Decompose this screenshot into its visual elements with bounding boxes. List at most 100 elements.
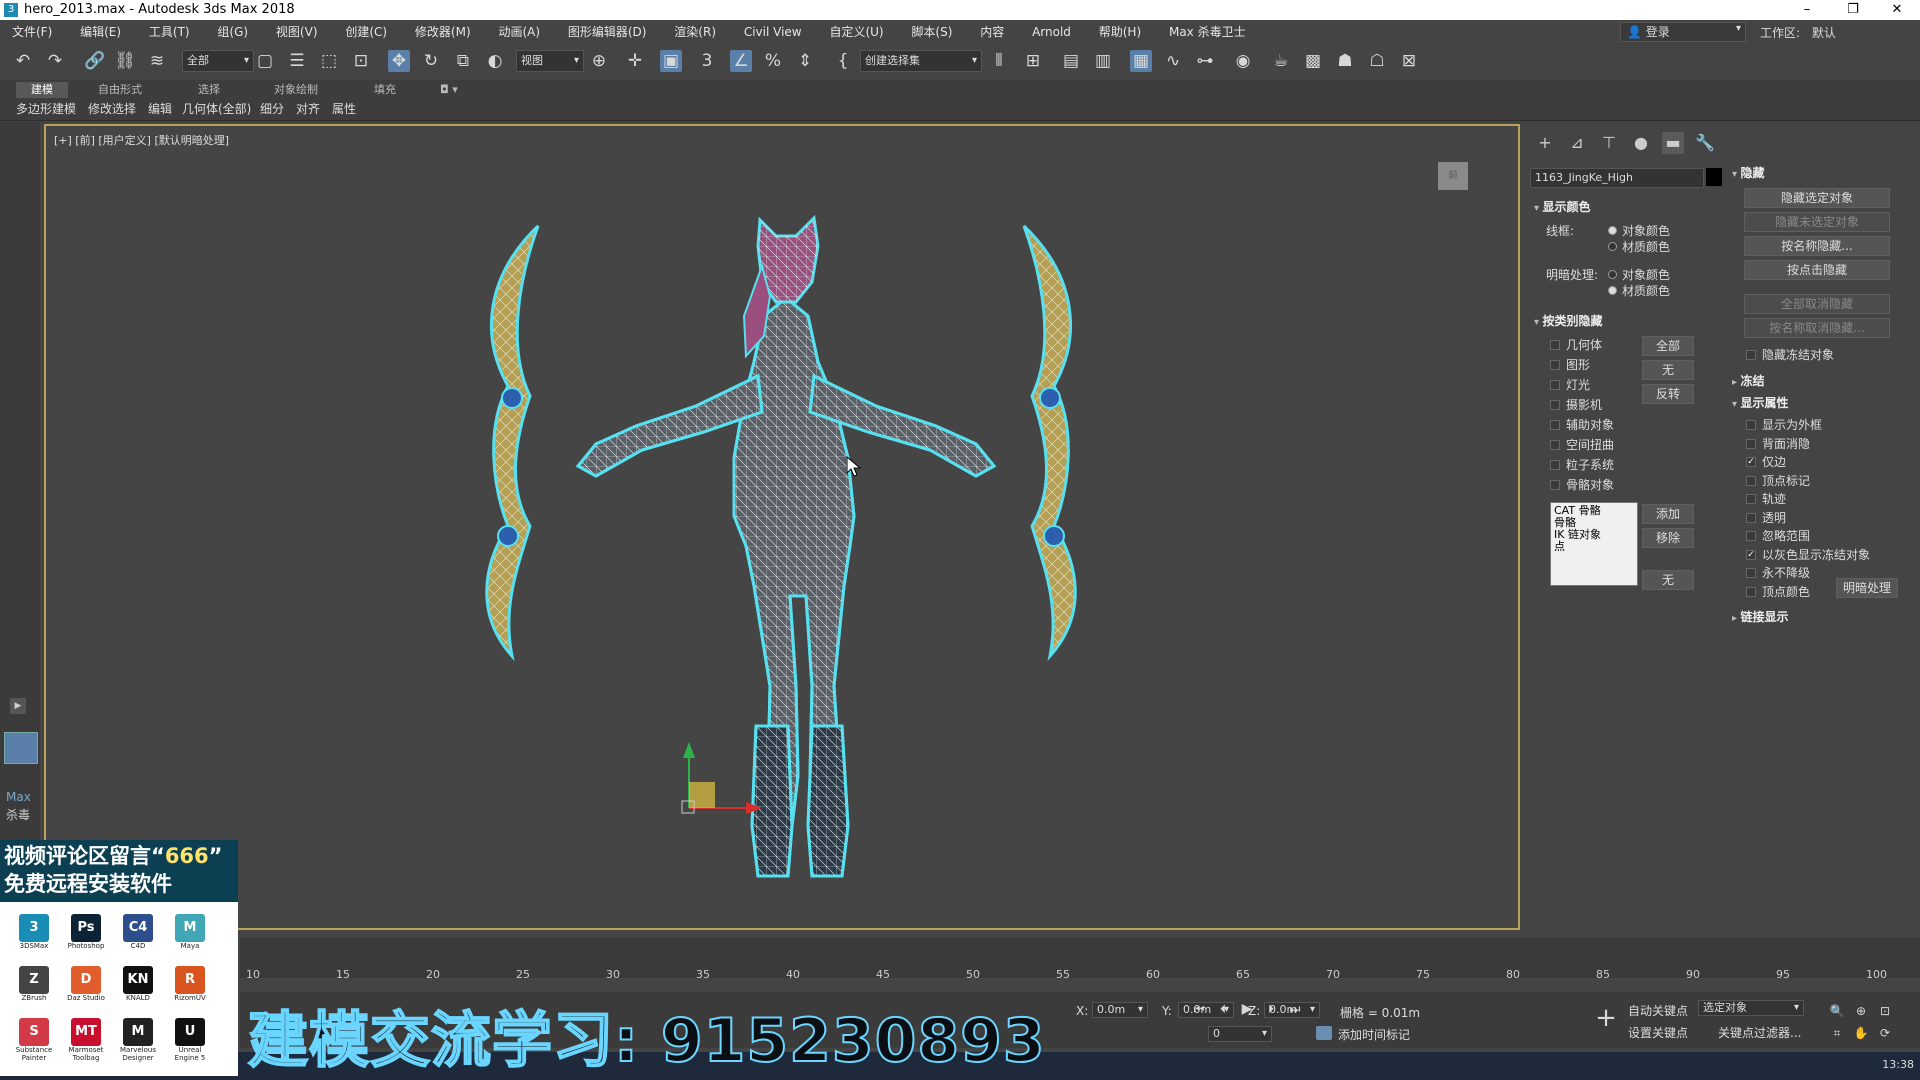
shaded-button[interactable]: 明暗处理 — [1836, 578, 1898, 598]
redo-icon[interactable]: ↷ — [44, 50, 66, 72]
viewcube[interactable]: 前 — [1438, 162, 1468, 190]
menu-rendering[interactable]: 渲染(R) — [662, 20, 728, 43]
viewport-label[interactable]: [+] [前] [用户定义] [默认明暗处理] — [54, 132, 229, 148]
layer-explorer-icon[interactable]: ▥ — [1092, 50, 1114, 72]
display-prop-checkbox[interactable] — [1746, 475, 1756, 486]
menu-arnold[interactable]: Arnold — [1020, 22, 1083, 42]
display-prop-checkbox[interactable] — [1746, 420, 1756, 430]
none-button[interactable]: 无 — [1642, 360, 1694, 380]
hierarchy-tab-icon[interactable]: ⊤ — [1598, 132, 1620, 154]
menu-scripting[interactable]: 脚本(S) — [899, 20, 964, 43]
fov-icon[interactable]: ⌗ — [1826, 1022, 1848, 1044]
hide-bone-objects-checkbox[interactable] — [1550, 480, 1560, 490]
menu-edit[interactable]: 编辑(E) — [68, 20, 133, 43]
menu-tools[interactable]: 工具(T) — [137, 20, 202, 43]
close-button[interactable]: ✕ — [1874, 0, 1920, 20]
keyboard-shortcut-icon[interactable]: ▣ — [660, 50, 682, 72]
display-prop-checkbox[interactable] — [1746, 531, 1756, 541]
link-display-rollout[interactable]: 链接显示 — [1732, 608, 1789, 626]
display-prop-checkbox[interactable] — [1746, 586, 1756, 597]
rendered-frame-icon[interactable]: ▩ — [1302, 50, 1324, 72]
hide-by-category-rollout[interactable]: 按类别隐藏 — [1534, 312, 1603, 330]
menu-create[interactable]: 创建(C) — [333, 20, 399, 43]
subtab-subdivision[interactable]: 细分 — [260, 101, 284, 118]
subtab-edit[interactable]: 编辑 — [148, 101, 172, 118]
transform-gizmo[interactable] — [681, 742, 762, 814]
tab-selection[interactable]: 选择 — [184, 82, 234, 98]
select-object-icon[interactable]: ▢ — [254, 50, 276, 72]
set-key-big-icon[interactable]: + — [1592, 1004, 1620, 1032]
set-key-button[interactable]: 设置关键点 — [1628, 1024, 1688, 1041]
menu-animation[interactable]: 动画(A) — [486, 20, 552, 43]
zoom-all-icon[interactable]: ⊕ — [1850, 1000, 1872, 1022]
zoom-extents-icon[interactable]: ⊡ — [1874, 1000, 1896, 1022]
window-crossing-icon[interactable]: ⊡ — [350, 50, 372, 72]
front-viewport[interactable]: [+] [前] [用户定义] [默认明暗处理] 前 — [44, 124, 1520, 930]
place-icon[interactable]: ◐ — [484, 50, 506, 72]
pivot-center-icon[interactable]: ⊕ — [588, 50, 610, 72]
tab-modeling[interactable]: 建模 — [16, 82, 68, 98]
move-icon[interactable]: ✥ — [388, 50, 410, 72]
display-tab-icon[interactable]: ▬ — [1662, 132, 1684, 154]
login-dropdown[interactable]: 👤 登录 ▾ — [1620, 22, 1746, 42]
orbit-icon[interactable]: ⟳ — [1874, 1022, 1896, 1044]
next-frame-icon[interactable]: ⏵ — [1260, 998, 1282, 1020]
invert-button[interactable]: 反转 — [1642, 384, 1694, 404]
list-item[interactable]: IK 链对象 — [1554, 529, 1634, 541]
angle-snap-icon[interactable]: ∠ — [730, 50, 752, 72]
go-to-start-icon[interactable]: ⏮ — [1188, 998, 1210, 1020]
wireframe-object-color-radio[interactable] — [1608, 226, 1617, 235]
create-tab-icon[interactable]: + — [1534, 132, 1556, 154]
tab-object-paint[interactable]: 对象绘制 — [260, 82, 332, 98]
object-color-swatch[interactable] — [1706, 168, 1722, 186]
select-manipulate-icon[interactable]: ✛ — [624, 50, 646, 72]
rect-selection-icon[interactable]: ⬚ — [318, 50, 340, 72]
hide-shapes-checkbox[interactable] — [1550, 360, 1560, 370]
auto-key-button[interactable]: 自动关键点 — [1628, 1002, 1688, 1019]
go-to-end-icon[interactable]: ⏭ — [1284, 998, 1306, 1020]
menu-customize[interactable]: 自定义(U) — [817, 20, 895, 43]
category-list[interactable]: CAT 骨骼 骨骼 IK 链对象 点 — [1550, 502, 1638, 586]
display-properties-rollout[interactable]: 显示属性 — [1732, 394, 1789, 412]
rotate-icon[interactable]: ↻ — [420, 50, 442, 72]
undo-icon[interactable]: ↶ — [12, 50, 34, 72]
hide-particle-systems-checkbox[interactable] — [1550, 460, 1560, 470]
prev-frame-icon[interactable]: ⏴ — [1212, 998, 1234, 1020]
align-icon[interactable]: ⊞ — [1022, 50, 1044, 72]
modify-tab-icon[interactable]: ⊿ — [1566, 132, 1588, 154]
display-prop-checkbox[interactable] — [1746, 568, 1756, 578]
render-icon[interactable]: ☗ — [1334, 50, 1356, 72]
menu-graph-editors[interactable]: 图形编辑器(D) — [556, 20, 659, 43]
scene-explorer-icon[interactable]: ▤ — [1060, 50, 1082, 72]
display-prop-checkbox[interactable] — [1746, 512, 1756, 523]
current-frame-field[interactable]: 0 — [1208, 1026, 1272, 1042]
display-prop-checkbox[interactable]: ✓ — [1746, 457, 1756, 467]
hide-rollout[interactable]: 隐藏 — [1732, 164, 1765, 182]
subtab-polygon-modeling[interactable]: 多边形建模 — [16, 101, 76, 118]
display-prop-checkbox[interactable] — [1746, 438, 1756, 449]
mirror-icon[interactable]: ⫴ — [988, 50, 1010, 72]
minimize-button[interactable]: – — [1784, 0, 1830, 20]
menu-modifiers[interactable]: 修改器(M) — [403, 20, 483, 43]
hide-lights-checkbox[interactable] — [1550, 380, 1560, 390]
restore-button[interactable]: ❐ — [1830, 0, 1876, 20]
hide-frozen-checkbox[interactable] — [1746, 350, 1756, 360]
scale-icon[interactable]: ⧉ — [452, 50, 474, 72]
menu-group[interactable]: 组(G) — [205, 20, 260, 43]
render-setup-icon[interactable]: ☕ — [1270, 50, 1292, 72]
time-track-bar[interactable]: 10 15 20 25 30 35 40 45 50 55 60 65 70 75 80 85 90 95 100 — [240, 938, 1920, 981]
menu-view[interactable]: 视图(V) — [264, 20, 330, 43]
hide-helpers-checkbox[interactable] — [1550, 420, 1560, 430]
subtab-align[interactable]: 对齐 — [296, 101, 320, 118]
render-iterative-icon[interactable]: ☖ — [1366, 50, 1388, 72]
material-editor-icon[interactable]: ◉ — [1232, 50, 1254, 72]
schematic-view-icon[interactable]: ⊶ — [1194, 50, 1216, 72]
list-item[interactable]: 点 — [1554, 541, 1634, 553]
pan-icon[interactable]: ✋ — [1850, 1022, 1872, 1044]
freeze-rollout[interactable]: 冻结 — [1732, 372, 1765, 390]
object-name-field[interactable]: 1163_JingKe_High — [1530, 168, 1704, 188]
menu-help[interactable]: 帮助(H) — [1087, 20, 1153, 43]
hide-by-name-button[interactable]: 按名称隐藏... — [1744, 236, 1890, 256]
time-tag-icon[interactable] — [1316, 1026, 1332, 1040]
hide-cameras-checkbox[interactable] — [1550, 400, 1560, 410]
